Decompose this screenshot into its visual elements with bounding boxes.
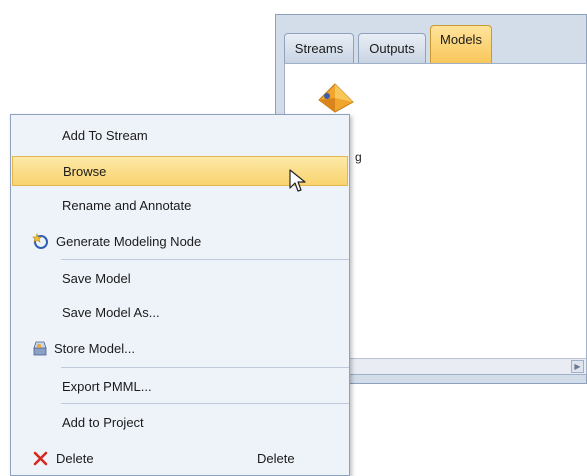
menu-separator [61, 367, 349, 368]
tab-strip: Streams Outputs Models [284, 25, 492, 63]
menu-item-add-to-project[interactable]: Add to Project [12, 407, 348, 437]
menu-item-label: Export PMML... [62, 378, 152, 394]
menu-item-shortcut: Delete [257, 450, 295, 466]
menu-item-delete[interactable]: Delete Delete [12, 443, 348, 473]
model-node-label: g [355, 150, 362, 164]
menu-item-label: Rename and Annotate [62, 197, 192, 213]
tab-models[interactable]: Models [430, 25, 492, 63]
menu-item-label: Generate Modeling Node [56, 233, 202, 249]
tab-streams[interactable]: Streams [284, 33, 354, 63]
menu-separator [61, 403, 349, 404]
delete-x-icon [33, 451, 48, 466]
menu-item-export-pmml[interactable]: Export PMML... [12, 371, 348, 401]
scroll-right-arrow-icon[interactable]: ▶ [571, 360, 584, 373]
menu-item-label: Save Model As... [62, 304, 160, 320]
menu-item-label: Add To Stream [62, 127, 148, 143]
menu-item-label: Delete [56, 450, 94, 466]
mouse-pointer-icon [289, 169, 306, 192]
menu-item-store-model[interactable]: Store Model... [12, 333, 348, 363]
menu-item-label: Browse [63, 163, 107, 179]
menu-item-save-model[interactable]: Save Model [12, 263, 348, 293]
store-model-icon [33, 341, 47, 356]
menu-item-generate-modeling-node[interactable]: Generate Modeling Node [12, 226, 348, 256]
menu-separator [61, 259, 349, 260]
menu-item-label: Add to Project [62, 414, 144, 430]
tab-outputs[interactable]: Outputs [358, 33, 426, 63]
generate-wand-icon [32, 233, 48, 249]
menu-item-label: Store Model... [54, 340, 135, 356]
menu-item-save-model-as[interactable]: Save Model As... [12, 297, 348, 327]
menu-item-add-to-stream[interactable]: Add To Stream [12, 120, 348, 150]
menu-item-label: Save Model [62, 270, 131, 286]
